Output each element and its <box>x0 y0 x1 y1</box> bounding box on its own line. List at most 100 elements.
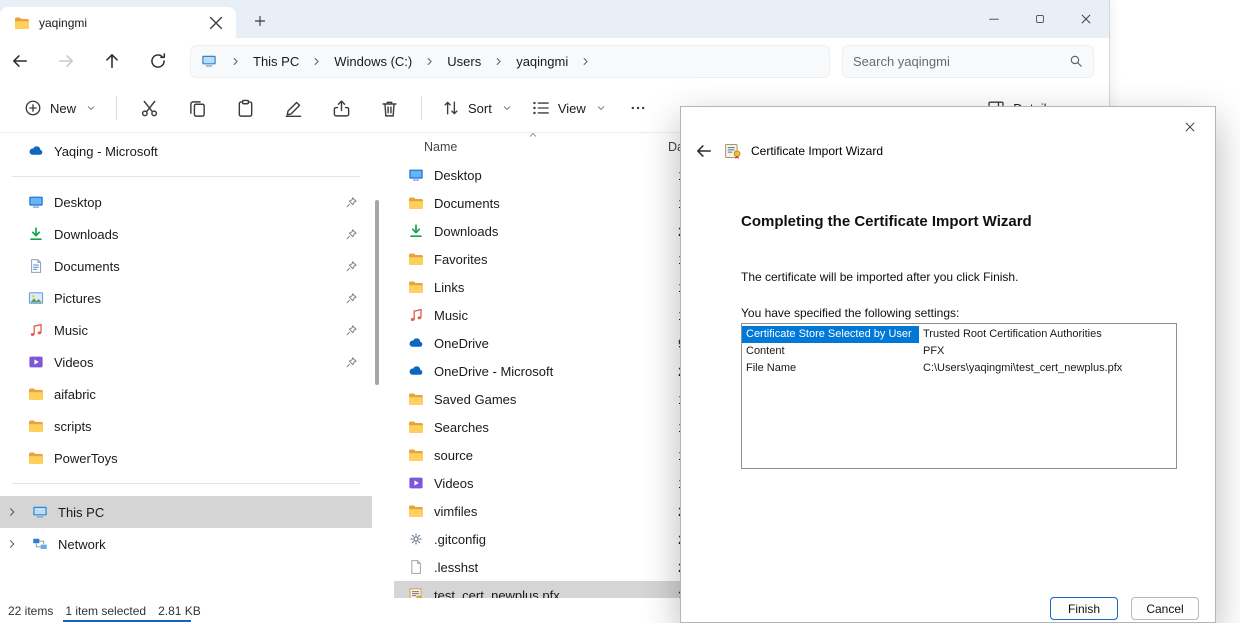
share-icon <box>332 99 351 118</box>
file-name: Music <box>434 308 668 323</box>
file-name: Downloads <box>434 224 668 239</box>
chevron-right-icon <box>580 56 591 67</box>
new-button[interactable]: New <box>14 90 106 126</box>
certificate-import-wizard-dialog: Certificate Import Wizard Completing the… <box>680 106 1216 623</box>
selection-underline <box>63 620 191 622</box>
file-name: Searches <box>434 420 668 435</box>
pin-icon <box>345 324 358 337</box>
file-name: Favorites <box>434 252 668 267</box>
back-button[interactable] <box>2 43 38 79</box>
more-options-icon <box>629 99 647 117</box>
column-header-name[interactable]: Name <box>424 140 457 154</box>
chevron-right-icon <box>493 56 504 67</box>
window-controls <box>971 0 1109 38</box>
chevron-right-icon[interactable] <box>6 506 18 518</box>
close-button[interactable] <box>1063 0 1109 38</box>
rename-button[interactable] <box>271 90 315 126</box>
close-icon <box>1183 120 1197 134</box>
tab-close-icon[interactable] <box>206 13 226 33</box>
pictures-icon <box>28 290 44 306</box>
folder-icon <box>28 386 44 402</box>
file-name: OneDrive <box>434 336 668 351</box>
sidebar-item-scripts[interactable]: scripts <box>0 410 372 442</box>
search-box[interactable] <box>842 45 1094 78</box>
dialog-close-button[interactable] <box>1173 114 1207 140</box>
sidebar-item-desktop[interactable]: Desktop <box>0 186 372 218</box>
settings-row[interactable]: ContentPFX <box>742 343 1176 360</box>
status-selected-count: 1 item selected <box>65 604 146 618</box>
minimize-button[interactable] <box>971 0 1017 38</box>
minimize-icon <box>987 12 1001 26</box>
search-icon <box>1069 54 1083 68</box>
view-button[interactable]: View <box>522 90 616 126</box>
settings-row[interactable]: Certificate Store Selected by UserTruste… <box>742 326 1176 343</box>
refresh-button[interactable] <box>140 43 176 79</box>
desktop-icon <box>408 167 424 183</box>
new-button-label: New <box>50 101 76 116</box>
sidebar-item-documents[interactable]: Documents <box>0 250 372 282</box>
sidebar-item-this-pc[interactable]: This PC <box>0 496 372 528</box>
breadcrumb-item-this-pc[interactable]: This PC <box>253 54 299 69</box>
sort-button[interactable]: Sort <box>432 90 522 126</box>
sidebar-item-videos[interactable]: Videos <box>0 346 372 378</box>
maximize-icon <box>1034 13 1046 25</box>
plus-icon <box>253 14 267 28</box>
wizard-heading: Completing the Certificate Import Wizard <box>741 213 1032 230</box>
downloads-icon <box>408 223 424 239</box>
sidebar-item-onedrive[interactable]: Yaqing - Microsoft <box>0 135 372 167</box>
sidebar-item-label: Desktop <box>54 195 102 210</box>
refresh-icon <box>149 52 167 70</box>
sort-button-label: Sort <box>468 101 492 116</box>
settings-row[interactable]: File NameC:\Users\yaqingmi\test_cert_new… <box>742 360 1176 377</box>
file-name: OneDrive - Microsoft <box>434 364 668 379</box>
share-button[interactable] <box>319 90 363 126</box>
search-input[interactable] <box>853 54 1069 69</box>
file-name: .lesshst <box>434 560 668 575</box>
onedrive-cloud-icon <box>28 143 44 159</box>
new-tab-button[interactable] <box>246 7 274 35</box>
toolbar-actions <box>127 90 411 126</box>
sidebar-item-label: PowerToys <box>54 451 118 466</box>
sidebar-item-network[interactable]: Network <box>0 528 372 560</box>
settings-table[interactable]: Certificate Store Selected by UserTruste… <box>741 323 1177 469</box>
wizard-body-text: The certificate will be imported after y… <box>741 270 1018 284</box>
cloud-icon <box>408 363 424 379</box>
maximize-button[interactable] <box>1017 0 1063 38</box>
dialog-buttons: Finish Cancel <box>1050 597 1199 620</box>
address-bar[interactable]: This PC Windows (C:) Users yaqingmi <box>190 45 830 78</box>
breadcrumb-item-windows-c[interactable]: Windows (C:) <box>334 54 412 69</box>
folder-icon <box>28 450 44 466</box>
status-item-count: 22 items <box>8 604 53 618</box>
toolbar-divider <box>421 96 422 120</box>
music-icon <box>28 322 44 338</box>
chevron-right-icon[interactable] <box>6 538 18 550</box>
finish-button[interactable]: Finish <box>1050 597 1118 620</box>
sidebar-item-pictures[interactable]: Pictures <box>0 282 372 314</box>
tab-yaqingmi[interactable]: yaqingmi <box>0 7 236 38</box>
forward-button[interactable] <box>48 43 84 79</box>
dialog-back-button[interactable] <box>693 140 715 162</box>
desktop-icon <box>28 194 44 210</box>
breadcrumb-item-yaqingmi[interactable]: yaqingmi <box>516 54 568 69</box>
forward-arrow-icon <box>57 52 75 70</box>
paste-button[interactable] <box>223 90 267 126</box>
view-icon <box>532 99 550 117</box>
cut-button[interactable] <box>127 90 171 126</box>
sidebar-item-label: Pictures <box>54 291 101 306</box>
sidebar-scrollbar[interactable] <box>375 200 379 385</box>
sidebar-item-powertoys[interactable]: PowerToys <box>0 442 372 474</box>
chevron-right-icon <box>230 56 241 67</box>
folder-icon <box>28 418 44 434</box>
cancel-button[interactable]: Cancel <box>1131 597 1199 620</box>
copy-button[interactable] <box>175 90 219 126</box>
sidebar-item-aifabric[interactable]: aifabric <box>0 378 372 410</box>
more-options-button[interactable] <box>616 90 660 126</box>
sidebar-item-downloads[interactable]: Downloads <box>0 218 372 250</box>
folder-icon <box>14 15 30 31</box>
delete-button[interactable] <box>367 90 411 126</box>
settings-label: You have specified the following setting… <box>741 306 959 320</box>
sort-ascending-icon <box>528 130 538 140</box>
up-button[interactable] <box>94 43 130 79</box>
sidebar-item-music[interactable]: Music <box>0 314 372 346</box>
breadcrumb-item-users[interactable]: Users <box>447 54 481 69</box>
